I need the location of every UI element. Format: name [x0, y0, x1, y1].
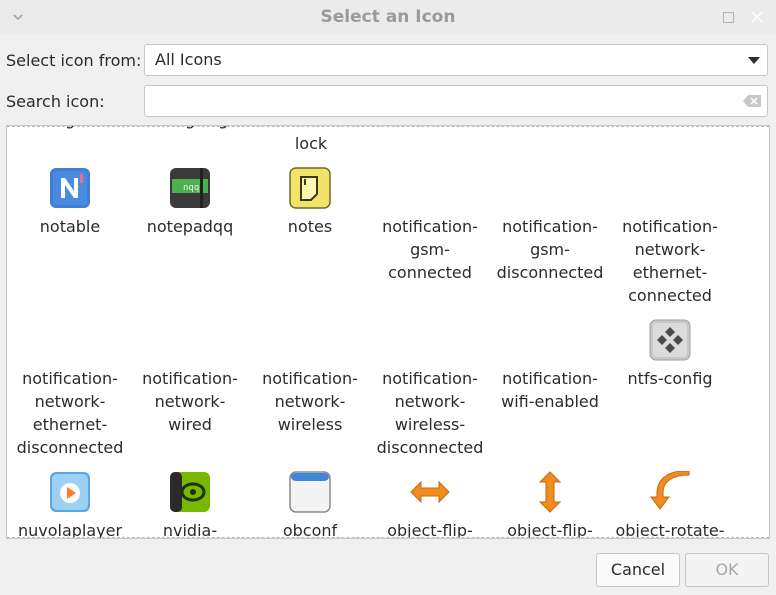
title-bar: Select an Icon [0, 0, 776, 34]
source-label: Select icon from: [6, 51, 142, 70]
notepadqq-icon[interactable]: nqq [169, 167, 211, 209]
obconf-icon[interactable] [289, 471, 331, 513]
cancel-button[interactable]: Cancel [596, 553, 680, 587]
scroll-edge-top [7, 126, 769, 127]
icon-label-notification-wifi-enabled: notification- wifi-enabled [501, 369, 599, 411]
icon-label-nvidia: nvidia- [162, 521, 218, 539]
icon-label-notification-gsm-connected: notification- gsm- connected [382, 217, 478, 282]
icon-label-notable: notable [39, 217, 101, 236]
icon-label-notification-network-wired: notification- network- wired [142, 369, 238, 434]
icon-label-ntfs-config: ntfs-config [627, 369, 713, 388]
clear-icon[interactable] [743, 95, 761, 107]
icon-label-notification-network-wireless: notification- network- wireless [262, 369, 358, 434]
nuvolaplayer-icon[interactable] [49, 471, 91, 513]
icon-label-nuvolaplayer: nuvolaplayer [17, 521, 123, 539]
scroll-edge-bottom [7, 537, 769, 538]
icon-label-notification-network-ethernet-disconnected: notification- network- ethernet- disconn… [16, 369, 124, 457]
cut-off-label: g [65, 126, 75, 129]
icon-label-lock: lock [294, 134, 328, 153]
notes-icon[interactable] [289, 167, 331, 209]
icon-source-select[interactable]: All Icons [144, 44, 768, 76]
object-flip-vertical-icon[interactable] [529, 471, 571, 513]
window-title: Select an Icon [320, 7, 456, 27]
icon-label-object-flip-horizontal: object-flip- [387, 521, 473, 539]
dropdown-arrow-icon [748, 57, 760, 64]
maximize-icon[interactable] [723, 12, 734, 23]
icon-label-notes: notes [287, 217, 333, 236]
cut-off-label: g [185, 126, 195, 129]
icon-label-obconf: obconf [282, 521, 338, 539]
icon-grid[interactable]: g g g lock nqq notable notepadqq notes n… [6, 125, 770, 539]
icon-label-notification-gsm-disconnected: notification- gsm- disconnected [496, 217, 604, 282]
cut-off-label: g [218, 126, 228, 129]
search-field[interactable] [144, 85, 768, 117]
icon-label-notification-network-ethernet-connected: notification- network- ethernet- connect… [622, 217, 718, 305]
notable-icon[interactable] [49, 167, 91, 209]
icon-source-value: All Icons [155, 50, 222, 69]
ok-button[interactable]: OK [685, 553, 769, 587]
notepadqq-glyph: nqq [183, 183, 199, 193]
icon-label-object-rotate: object-rotate- [615, 521, 725, 539]
search-label: Search icon: [6, 92, 105, 111]
object-rotate-icon[interactable] [649, 471, 691, 513]
nvidia-icon[interactable] [169, 471, 211, 513]
icon-label-object-flip-vertical: object-flip- [507, 521, 593, 539]
ntfs-config-icon[interactable] [649, 319, 691, 361]
icon-label-notification-network-wireless-disconnected: notification- network- wireless- disconn… [376, 369, 484, 457]
icon-label-notepadqq: notepadqq [146, 217, 234, 236]
object-flip-horizontal-icon[interactable] [409, 471, 451, 513]
close-icon[interactable] [750, 10, 764, 24]
search-input[interactable] [153, 90, 737, 114]
